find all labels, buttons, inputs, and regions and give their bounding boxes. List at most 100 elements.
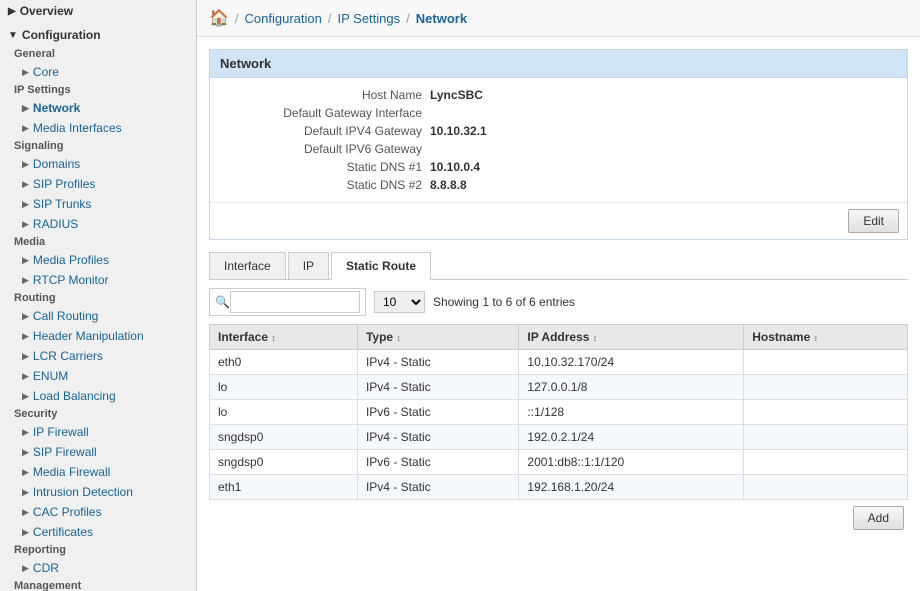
- edit-button[interactable]: Edit: [848, 209, 899, 233]
- sidebar-section-overview[interactable]: ▶ Overview: [0, 0, 196, 22]
- sort-interface-icon: ↕: [271, 333, 276, 343]
- info-row-ipv4-gateway: Default IPV4 Gateway 10.10.32.1: [210, 122, 907, 140]
- content-area: Network Host Name LyncSBC Default Gatewa…: [197, 37, 920, 591]
- cell-type: IPv4 - Static: [357, 350, 518, 375]
- col-interface[interactable]: Interface ↕: [210, 325, 358, 350]
- sort-hostname-icon: ↕: [814, 333, 819, 343]
- sidebar-item-sip-firewall[interactable]: ▶ SIP Firewall: [0, 442, 196, 462]
- overview-label: Overview: [20, 4, 73, 18]
- sidebar-item-cdr[interactable]: ▶ CDR: [0, 558, 196, 578]
- sidebar-group-routing: Routing: [0, 290, 196, 306]
- table-row: loIPv6 - Static::1/128: [210, 400, 908, 425]
- cell-interface: sngdsp0: [210, 425, 358, 450]
- cell-hostname: [744, 375, 908, 400]
- sidebar-section-configuration[interactable]: ▼ Configuration: [0, 24, 196, 46]
- col-hostname[interactable]: Hostname ↕: [744, 325, 908, 350]
- main-content: 🏠 / Configuration / IP Settings / Networ…: [197, 0, 920, 591]
- table-row: sngdsp0IPv6 - Static2001:db8::1:1/120: [210, 450, 908, 475]
- tabs-bar: Interface IP Static Route: [209, 252, 908, 280]
- sidebar-item-domains[interactable]: ▶ Domains: [0, 154, 196, 174]
- sidebar-item-lcr-carriers[interactable]: ▶ LCR Carriers: [0, 346, 196, 366]
- sidebar-item-media-profiles[interactable]: ▶ Media Profiles: [0, 250, 196, 270]
- network-section-title: Network: [210, 50, 907, 78]
- cell-ip_address: 192.0.2.1/24: [519, 425, 744, 450]
- sidebar-item-certificates[interactable]: ▶ Certificates: [0, 522, 196, 542]
- sidebar-item-call-routing[interactable]: ▶ Call Routing: [0, 306, 196, 326]
- sidebar-item-ip-firewall[interactable]: ▶ IP Firewall: [0, 422, 196, 442]
- search-wrapper[interactable]: 🔍: [209, 288, 366, 316]
- home-icon[interactable]: 🏠: [209, 8, 229, 28]
- sort-ip-icon: ↕: [593, 333, 598, 343]
- table-row: eth0IPv4 - Static10.10.32.170/24: [210, 350, 908, 375]
- cell-ip_address: 127.0.0.1/8: [519, 375, 744, 400]
- interface-table: Interface ↕ Type ↕ IP Address ↕ Hostname…: [209, 324, 908, 500]
- breadcrumb: 🏠 / Configuration / IP Settings / Networ…: [197, 0, 920, 37]
- cell-ip_address: ::1/128: [519, 400, 744, 425]
- cell-interface: eth1: [210, 475, 358, 500]
- cell-hostname: [744, 350, 908, 375]
- cell-hostname: [744, 400, 908, 425]
- sidebar-item-media-firewall[interactable]: ▶ Media Firewall: [0, 462, 196, 482]
- breadcrumb-network: Network: [416, 11, 467, 26]
- sidebar-group-reporting: Reporting: [0, 542, 196, 558]
- configuration-arrow: ▼: [8, 30, 18, 41]
- sidebar-item-load-balancing[interactable]: ▶ Load Balancing: [0, 386, 196, 406]
- tab-ip[interactable]: IP: [288, 252, 329, 279]
- sidebar-item-header-manipulation[interactable]: ▶ Header Manipulation: [0, 326, 196, 346]
- search-input[interactable]: [230, 291, 360, 313]
- cell-hostname: [744, 450, 908, 475]
- configuration-label: Configuration: [22, 28, 101, 42]
- tab-static-route[interactable]: Static Route: [331, 252, 431, 280]
- info-row-dns2: Static DNS #2 8.8.8.8: [210, 176, 907, 194]
- filter-bar: 🔍 10 25 50 100 Showing 1 to 6 of 6 entri…: [209, 288, 908, 316]
- cell-interface: lo: [210, 400, 358, 425]
- sidebar-item-intrusion-detection[interactable]: ▶ Intrusion Detection: [0, 482, 196, 502]
- cell-interface: lo: [210, 375, 358, 400]
- info-row-gateway-interface: Default Gateway Interface: [210, 104, 907, 122]
- sidebar-group-management: Management: [0, 578, 196, 591]
- sidebar-item-sip-trunks[interactable]: ▶ SIP Trunks: [0, 194, 196, 214]
- breadcrumb-ip-settings[interactable]: IP Settings: [338, 11, 401, 26]
- cell-interface: eth0: [210, 350, 358, 375]
- cell-type: IPv4 - Static: [357, 475, 518, 500]
- table-actions: Add: [209, 500, 908, 536]
- sidebar-item-core[interactable]: ▶ Core: [0, 62, 196, 82]
- cell-hostname: [744, 475, 908, 500]
- sort-type-icon: ↕: [396, 333, 401, 343]
- info-row-hostname: Host Name LyncSBC: [210, 86, 907, 104]
- showing-text: Showing 1 to 6 of 6 entries: [433, 295, 575, 309]
- cell-type: IPv4 - Static: [357, 425, 518, 450]
- cell-type: IPv6 - Static: [357, 450, 518, 475]
- col-ip-address[interactable]: IP Address ↕: [519, 325, 744, 350]
- sidebar-item-radius[interactable]: ▶ RADIUS: [0, 214, 196, 234]
- breadcrumb-configuration[interactable]: Configuration: [245, 11, 322, 26]
- sidebar-item-sip-profiles[interactable]: ▶ SIP Profiles: [0, 174, 196, 194]
- tab-interface[interactable]: Interface: [209, 252, 286, 279]
- cell-type: IPv6 - Static: [357, 400, 518, 425]
- network-section: Network Host Name LyncSBC Default Gatewa…: [209, 49, 908, 240]
- sidebar-group-security: Security: [0, 406, 196, 422]
- sidebar-item-rtcp-monitor[interactable]: ▶ RTCP Monitor: [0, 270, 196, 290]
- sidebar-item-media-interfaces[interactable]: ▶ Media Interfaces: [0, 118, 196, 138]
- sidebar-item-enum[interactable]: ▶ ENUM: [0, 366, 196, 386]
- sidebar-group-ip-settings: IP Settings: [0, 82, 196, 98]
- sidebar-group-media: Media: [0, 234, 196, 250]
- info-row-dns1: Static DNS #1 10.10.0.4: [210, 158, 907, 176]
- sidebar-group-general: General: [0, 46, 196, 62]
- cell-ip_address: 192.168.1.20/24: [519, 475, 744, 500]
- sidebar-item-network[interactable]: ▶ Network: [0, 98, 196, 118]
- network-actions: Edit: [210, 202, 907, 239]
- table-row: eth1IPv4 - Static192.168.1.20/24: [210, 475, 908, 500]
- info-row-ipv6-gateway: Default IPV6 Gateway: [210, 140, 907, 158]
- sidebar: ▶ Overview ▼ Configuration General ▶ Cor…: [0, 0, 197, 591]
- add-button[interactable]: Add: [853, 506, 904, 530]
- cell-ip_address: 2001:db8::1:1/120: [519, 450, 744, 475]
- per-page-select[interactable]: 10 25 50 100: [374, 291, 425, 313]
- sidebar-item-cac-profiles[interactable]: ▶ CAC Profiles: [0, 502, 196, 522]
- sidebar-group-signaling: Signaling: [0, 138, 196, 154]
- cell-hostname: [744, 425, 908, 450]
- col-type[interactable]: Type ↕: [357, 325, 518, 350]
- overview-arrow: ▶: [8, 6, 16, 17]
- cell-type: IPv4 - Static: [357, 375, 518, 400]
- table-row: loIPv4 - Static127.0.0.1/8: [210, 375, 908, 400]
